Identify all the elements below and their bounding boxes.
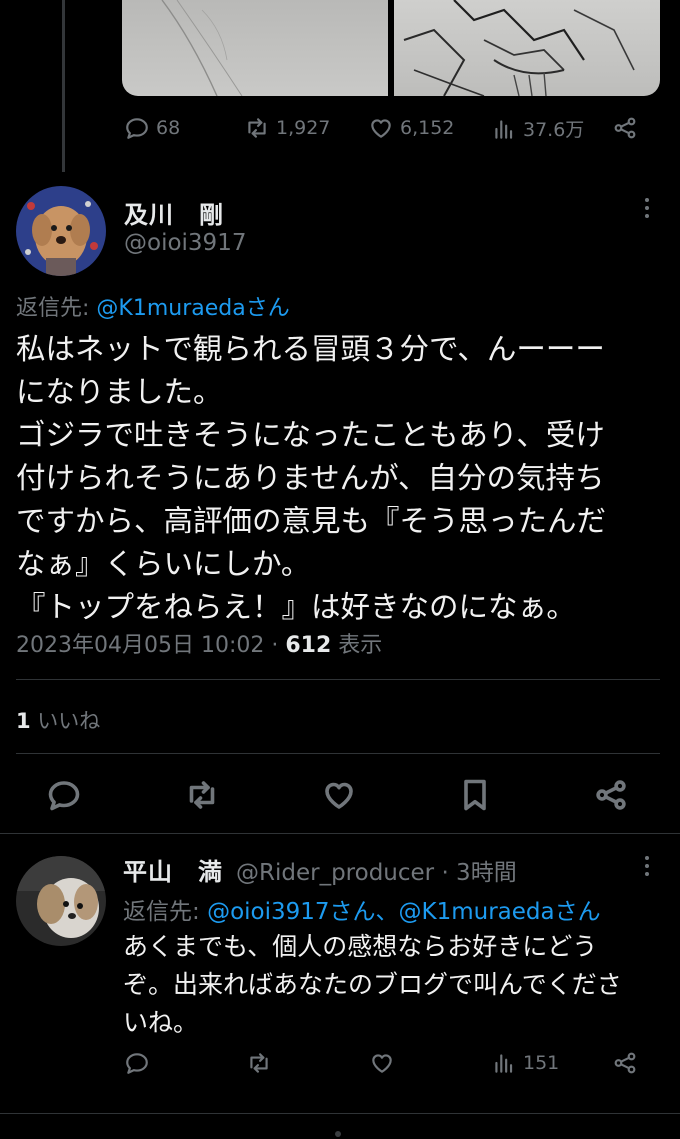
reply-icon [48, 781, 80, 811]
main-author-avatar[interactable] [16, 186, 106, 276]
main-likes-count: 1 [16, 709, 31, 733]
divider [0, 833, 680, 834]
main-tweet-meta: 2023年04月05日 10:02 · 612 表示 [16, 627, 382, 659]
share-icon [614, 117, 636, 139]
like-icon [325, 782, 353, 809]
share-icon [596, 780, 626, 810]
retweet-icon [250, 1053, 268, 1073]
reply-icon [126, 118, 148, 139]
meta-separator: · [264, 633, 286, 658]
reply-tweet-text: あくまでも、個人の感想ならお好きにどう ぞ。出来ればあなたのブログで叫んでくださ… [123, 932, 622, 1037]
main-likes-summary[interactable]: 1 いいね [16, 705, 100, 735]
main-like-button[interactable] [321, 777, 357, 813]
main-author-handle[interactable]: @oioi3917 [124, 230, 246, 256]
reply-reply-to-prefix: 返信先: [123, 899, 200, 925]
parent-like-button[interactable]: 6,152 [368, 115, 454, 141]
retweet-icon [189, 781, 215, 809]
reply-more-icon[interactable] [637, 852, 657, 882]
main-tweet-text: 私はネットで観られる冒頭３分で、んーーー になりました。 ゴジラで吐きそうになっ… [16, 332, 607, 624]
main-reply-to-prefix: 返信先: [16, 296, 90, 321]
parent-tweet-image-1[interactable] [122, 0, 388, 96]
reply-reply-to-links[interactable]: @oioi3917さん、@K1muraedaさん [207, 899, 601, 925]
like-icon [371, 119, 391, 138]
views-icon [495, 119, 513, 139]
reply-reply-button[interactable] [124, 1050, 150, 1076]
main-bookmark-button[interactable] [457, 777, 493, 813]
main-retweet-button[interactable] [184, 777, 220, 813]
divider [0, 1113, 680, 1114]
reply-retweet-button[interactable] [246, 1050, 272, 1076]
retweet-icon [248, 118, 266, 138]
scroll-indicator [335, 1131, 341, 1137]
reply-share-button[interactable] [612, 1050, 638, 1076]
parent-like-count: 6,152 [400, 117, 455, 139]
main-views-label: 表示 [331, 633, 383, 658]
views-icon [495, 1054, 513, 1073]
reply-author-name[interactable]: 平山 満 [123, 852, 223, 887]
reply-like-button[interactable] [369, 1050, 395, 1076]
parent-share-button[interactable] [612, 115, 638, 141]
reply-views-button[interactable]: 151 [491, 1050, 559, 1076]
main-views-count: 612 [285, 633, 332, 658]
main-more-icon[interactable] [637, 194, 657, 224]
reply-author-avatar[interactable] [16, 856, 106, 946]
divider [16, 679, 660, 680]
divider [16, 753, 660, 754]
parent-retweet-count: 1,927 [276, 117, 331, 139]
reply-reply-to: 返信先: @oioi3917さん、@K1muraedaさん [123, 892, 601, 926]
main-reply-button[interactable] [46, 777, 82, 813]
share-icon [614, 1052, 636, 1074]
like-icon [372, 1054, 392, 1073]
main-author-name[interactable]: 及川 剛 [124, 195, 224, 230]
reply-author-handle[interactable]: @Rider_producer · 3時間 [236, 853, 517, 887]
main-likes-label: いいね [30, 709, 101, 733]
parent-views-button[interactable]: 37.6万 [491, 115, 584, 142]
main-reply-to-link[interactable]: @K1muraedaさん [96, 296, 289, 321]
parent-reply-button[interactable]: 68 [124, 115, 180, 141]
parent-retweet-button[interactable]: 1,927 [244, 115, 330, 141]
parent-views-count: 37.6万 [523, 119, 585, 141]
reply-views-count: 151 [523, 1052, 560, 1074]
main-reply-to: 返信先: @K1muraedaさん [16, 290, 290, 322]
main-tweet-date[interactable]: 2023年04月05日 10:02 [16, 633, 264, 658]
main-share-button[interactable] [593, 777, 629, 813]
reply-icon [126, 1053, 148, 1074]
parent-reply-count: 68 [156, 117, 181, 139]
parent-tweet-image-2[interactable] [394, 0, 660, 96]
thread-connector-line [62, 0, 65, 172]
bookmark-icon [464, 779, 486, 811]
